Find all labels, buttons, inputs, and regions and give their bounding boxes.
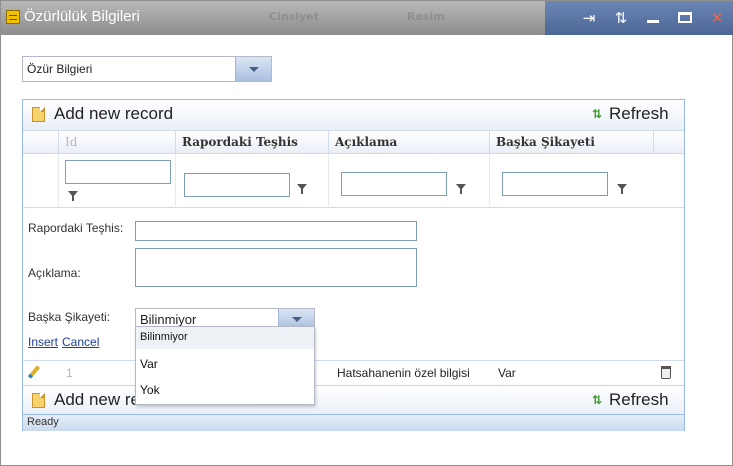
refresh-icon[interactable]: ⇅ <box>592 108 604 120</box>
filter-input-other[interactable] <box>502 172 608 196</box>
column-header-actions <box>653 131 684 155</box>
grid-header: Id Rapordaki Teşhis Açıklama Başka Şikay… <box>23 130 684 155</box>
grid-command-bar-top: Add new record ⇅ Refresh <box>23 100 684 130</box>
add-record-icon[interactable] <box>32 393 45 408</box>
refresh-button[interactable]: Refresh <box>609 390 669 410</box>
chevron-down-icon <box>249 67 259 72</box>
category-select-value: Özür Bilgieri <box>27 62 93 76</box>
window-title: Özürlülük Bilgileri <box>24 8 140 25</box>
maximize-button[interactable] <box>674 8 696 28</box>
column-header-other[interactable]: Başka Şikayeti <box>489 131 653 155</box>
filter-icon[interactable] <box>456 184 466 194</box>
filter-cell-description <box>328 154 489 208</box>
form-actions: Insert Cancel <box>28 335 103 349</box>
status-text: Ready <box>27 416 59 428</box>
background-header-resim: Resim <box>407 10 445 23</box>
records-grid: Add new record ⇅ Refresh Id Rapordaki Te… <box>22 99 685 431</box>
category-select[interactable]: Özür Bilgieri <box>22 56 272 82</box>
other-complaint-value: Bilinmiyor <box>140 312 197 327</box>
refresh-icon[interactable]: ⇅ <box>592 394 604 406</box>
status-bar: Ready <box>23 414 684 431</box>
add-new-record-button[interactable]: Add new record <box>54 104 173 124</box>
filter-icon[interactable] <box>68 191 78 201</box>
window-controls: ⇥ ⇅ ✕ <box>545 1 733 35</box>
filter-icon[interactable] <box>297 184 307 194</box>
description-label: Açıklama: <box>28 266 81 280</box>
delete-trash-icon[interactable] <box>661 366 671 379</box>
dropdown-option-bilinmiyor[interactable]: Bilinmiyor <box>136 327 314 349</box>
filter-row <box>23 154 684 208</box>
minimize-button[interactable] <box>642 8 664 28</box>
filter-input-diagnosis[interactable] <box>184 173 290 197</box>
insert-link[interactable]: Insert <box>28 335 58 349</box>
chevron-down-icon <box>292 317 302 322</box>
diagnosis-input[interactable] <box>135 221 417 241</box>
refresh-button[interactable]: Refresh <box>609 104 669 124</box>
maximize-icon <box>678 12 692 23</box>
reload-icon[interactable]: ⇅ <box>610 8 632 28</box>
filter-cell-other <box>489 154 653 208</box>
edit-pencil-icon[interactable] <box>27 365 41 379</box>
insert-form: Rapordaki Teşhis: Açıklama: Başka Şikaye… <box>23 208 684 360</box>
dialog-window: Cinsiyet Resim Özürlülük Bilgileri ⇥ ⇅ ✕… <box>0 0 733 466</box>
other-complaint-label: Başka Şikayeti: <box>28 310 111 324</box>
filter-cell-diagnosis <box>175 154 328 208</box>
description-textarea[interactable] <box>135 248 417 287</box>
title-bar[interactable]: Cinsiyet Resim Özürlülük Bilgileri ⇥ ⇅ ✕ <box>1 1 733 35</box>
filter-input-description[interactable] <box>341 172 447 196</box>
minimize-icon <box>647 20 659 23</box>
dropdown-option-var[interactable]: Var <box>136 353 314 375</box>
filter-icon[interactable] <box>617 184 627 194</box>
filter-input-id[interactable] <box>65 160 171 184</box>
category-select-toggle[interactable] <box>235 57 271 81</box>
dropdown-option-yok[interactable]: Yok <box>136 379 314 401</box>
grid-command-bar-bottom: Add new record ⇅ Refresh <box>23 385 684 415</box>
diagnosis-label: Rapordaki Teşhis: <box>28 221 124 235</box>
add-record-icon[interactable] <box>32 107 45 122</box>
pin-icon[interactable]: ⇥ <box>578 8 600 28</box>
column-header-diagnosis[interactable]: Rapordaki Teşhis <box>175 131 328 155</box>
cancel-link[interactable]: Cancel <box>62 335 99 349</box>
window-icon <box>6 10 20 24</box>
row-description: Hatsahanenin özel bilgisi <box>337 366 470 380</box>
column-header-id[interactable]: Id <box>58 131 175 155</box>
table-row[interactable]: 1 Hatsahanenin özel bilgisi Var <box>23 360 684 385</box>
filter-cell-id <box>58 154 175 208</box>
row-other: Var <box>498 366 516 380</box>
column-header-description[interactable]: Açıklama <box>328 131 489 155</box>
other-complaint-dropdown-list: Bilinmiyor Var Yok <box>135 326 315 405</box>
background-header-cinsiyet: Cinsiyet <box>269 10 319 23</box>
close-button[interactable]: ✕ <box>706 8 728 28</box>
row-id: 1 <box>66 366 73 380</box>
